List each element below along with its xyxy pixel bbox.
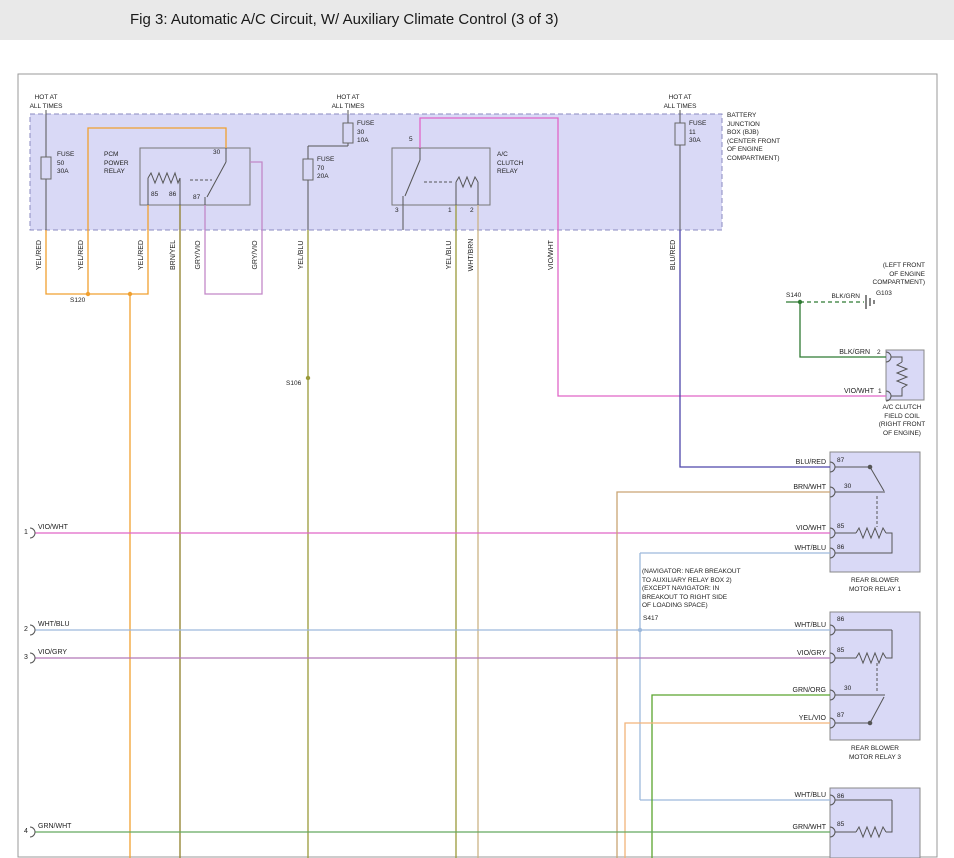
connector-3-wire: VIO/GRY bbox=[38, 648, 67, 657]
splice-s140-label: S140 bbox=[786, 292, 801, 301]
coil-pin1-wire-label: VIO/WHT bbox=[826, 387, 874, 396]
relay3-wire-wht-blu: WHT/BLU bbox=[774, 621, 826, 630]
relay1-wire-wht-blu: WHT/BLU bbox=[774, 544, 826, 553]
wire-label-yel-red-3: YEL/RED bbox=[138, 233, 148, 277]
relay3-wire-yel-vio: YEL/VIO bbox=[774, 714, 826, 723]
coil-pin-1: 1 bbox=[878, 388, 882, 397]
relayb-pin-86: 86 bbox=[837, 793, 844, 802]
wiring-diagram-canvas bbox=[0, 0, 954, 858]
wire-label-yel-red-2: YEL/RED bbox=[78, 233, 88, 277]
ac-relay-label: A/CCLUTCHRELAY bbox=[497, 151, 523, 177]
fuse-50-label: FUSE5030A bbox=[57, 151, 74, 177]
navigator-note: (NAVIGATOR: NEAR BREAKOUTTO AUXILIARY RE… bbox=[642, 568, 741, 611]
relay1-wire-blu-red: BLU/RED bbox=[774, 458, 826, 467]
rear-blower-relay3-box bbox=[830, 612, 920, 740]
field-coil-caption: A/C CLUTCHFIELD COIL(RIGHT FRONTOF ENGIN… bbox=[866, 404, 938, 438]
splice-s120-label: S120 bbox=[70, 297, 85, 306]
connector-4-number: 4 bbox=[24, 827, 28, 836]
relay3-pin-30: 30 bbox=[844, 685, 851, 694]
ground-g103-icon bbox=[866, 295, 874, 309]
ground-id-label: G103 bbox=[876, 290, 892, 299]
coil-pin2-wire-label: BLK/GRN bbox=[820, 348, 870, 357]
wire-blu-red bbox=[680, 230, 830, 467]
connector-2-wire: WHT/BLU bbox=[38, 620, 70, 629]
relay1-pin-30: 30 bbox=[844, 483, 851, 492]
relayb-wire-grn-wht: GRN/WHT bbox=[774, 823, 826, 832]
wire-label-blu-red: BLU/RED bbox=[670, 233, 680, 277]
splice-s120-dot bbox=[86, 292, 90, 296]
relay3-wire-vio-gry: VIO/GRY bbox=[774, 649, 826, 658]
pcm-relay-label: PCMPOWERRELAY bbox=[104, 151, 129, 177]
splice-s417-label: S417 bbox=[643, 615, 658, 624]
connector-3-number: 3 bbox=[24, 653, 28, 662]
connector-1-number: 1 bbox=[24, 528, 28, 537]
hot-at-all-times-3: HOT ATALL TIMES bbox=[657, 94, 703, 111]
rear-blower-relay1-box bbox=[830, 452, 920, 572]
wire-label-yel-blu-1: YEL/BLU bbox=[298, 233, 308, 277]
connector-1-wire: VIO/WHT bbox=[38, 523, 68, 532]
junction-dot bbox=[128, 292, 132, 296]
fuse-11-label: FUSE1130A bbox=[689, 120, 706, 146]
pcm-pin-87: 87 bbox=[193, 194, 200, 203]
ac-pin-1: 1 bbox=[448, 207, 452, 216]
ground-location-label: (LEFT FRONTOF ENGINECOMPARTMENT) bbox=[845, 262, 925, 288]
relay3-caption: REAR BLOWERMOTOR RELAY 3 bbox=[827, 745, 923, 762]
wire-label-brn-yel: BRN/YEL bbox=[170, 233, 180, 277]
relay1-pin-85: 85 bbox=[837, 523, 844, 532]
relay1-pin-87: 87 bbox=[837, 457, 844, 466]
bjb-band bbox=[30, 114, 722, 230]
relay1-wire-brn-wht: BRN/WHT bbox=[774, 483, 826, 492]
splice-s106-label: S106 bbox=[286, 380, 301, 389]
hot-at-all-times-2: HOT ATALL TIMES bbox=[325, 94, 371, 111]
relay3-pin-86: 86 bbox=[837, 616, 844, 625]
wire-label-yel-blu-2: YEL/BLU bbox=[446, 233, 456, 277]
relay1-caption: REAR BLOWERMOTOR RELAY 1 bbox=[827, 577, 923, 594]
ac-pin-3: 3 bbox=[395, 207, 399, 216]
relay1-wire-vio-wht: VIO/WHT bbox=[774, 524, 826, 533]
wire-label-wht-brn: WHT/BRN bbox=[468, 233, 478, 277]
relay1-pin-86: 86 bbox=[837, 544, 844, 553]
coil-pin-2: 2 bbox=[877, 349, 881, 358]
relay3-pin-87: 87 bbox=[837, 712, 844, 721]
relay3-pin-85: 85 bbox=[837, 647, 844, 656]
hot-at-all-times-1: HOT ATALL TIMES bbox=[23, 94, 69, 111]
connector-arcs bbox=[30, 352, 891, 837]
splice-s106-dot bbox=[306, 376, 310, 380]
connector-2-number: 2 bbox=[24, 625, 28, 634]
relay3-wire-grn-org: GRN/ORG bbox=[774, 686, 826, 695]
pcm-pin-86: 86 bbox=[169, 191, 176, 200]
ground-wire-label: BLK/GRN bbox=[810, 293, 860, 302]
pcm-pin-30: 30 bbox=[213, 149, 220, 158]
fuse-30-label: FUSE3010A bbox=[357, 120, 374, 146]
ac-pin-2: 2 bbox=[470, 207, 474, 216]
wire-label-gry-vio-1: GRY/VIO bbox=[195, 233, 205, 277]
connector-4-wire: GRN/WHT bbox=[38, 822, 71, 831]
fuse-70-label: FUSE7020A bbox=[317, 156, 334, 182]
bjb-label: BATTERYJUNCTIONBOX (BJB) (CENTER FRONTOF… bbox=[727, 112, 780, 163]
ac-pin-5: 5 bbox=[409, 136, 413, 145]
splice-s417-dot bbox=[638, 628, 642, 632]
wire-label-yel-red-1: YEL/RED bbox=[36, 233, 46, 277]
wire-label-gry-vio-2: GRY/VIO bbox=[252, 233, 262, 277]
pcm-pin-85: 85 bbox=[151, 191, 158, 200]
relayb-pin-85: 85 bbox=[837, 821, 844, 830]
wire-label-vio-wht: VIO/WHT bbox=[548, 233, 558, 277]
relayb-wire-wht-blu: WHT/BLU bbox=[774, 791, 826, 800]
